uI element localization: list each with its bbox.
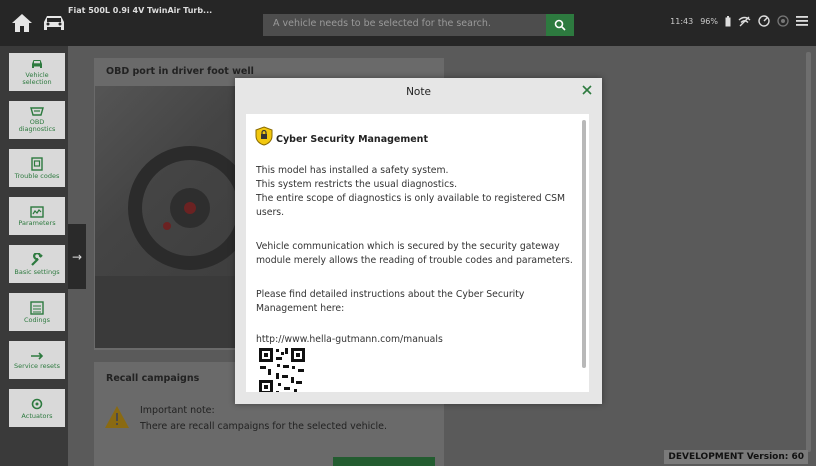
search-icon — [554, 19, 566, 31]
wrench-icon — [31, 252, 43, 266]
sidebar-item-label: Vehicle selection — [22, 71, 52, 86]
recall-details-button[interactable] — [333, 457, 435, 466]
sidebar-item-vehicle-selection[interactable]: Vehicle selection — [9, 53, 65, 91]
sidebar-item-label: Codings — [23, 315, 51, 324]
warning-icon — [105, 406, 129, 428]
top-bar: Fiat 500L 0.9i 4V TwinAir Turb... A vehi… — [0, 0, 816, 46]
battery-level: 96% — [700, 16, 718, 26]
dialog-title: Note — [406, 86, 431, 98]
sidebar-item-label: Service resets — [14, 361, 60, 370]
csm-paragraph-2: Vehicle communication which is secured b… — [256, 241, 573, 266]
sidebar-item-label: Actuators — [21, 411, 53, 420]
battery-icon — [725, 15, 731, 26]
clock: 11:43 — [670, 16, 694, 26]
sidebar-item-trouble-codes[interactable]: Trouble codes — [9, 149, 65, 187]
sidebar-item-obd-diagnostics[interactable]: OBD diagnostics — [9, 101, 65, 139]
sidebar-item-service-resets[interactable]: Service resets — [9, 341, 65, 379]
csm-heading: Cyber Security Management — [255, 126, 428, 146]
sidebar: Vehicle selection OBD diagnostics Troubl… — [0, 46, 68, 466]
codings-icon — [30, 300, 44, 315]
csm-paragraph-1: This model has installed a safety system… — [256, 165, 566, 218]
sidebar-item-label: OBD diagnostics — [18, 118, 56, 133]
gauge-icon[interactable] — [758, 15, 770, 27]
sidebar-item-actuators[interactable]: Actuators — [9, 389, 65, 427]
sidebar-item-codings[interactable]: Codings — [9, 293, 65, 331]
sidebar-expand-arrow-icon[interactable]: → — [68, 224, 86, 289]
recall-campaigns-title: Recall campaigns — [106, 373, 200, 384]
csm-heading-text: Cyber Security Management — [276, 133, 428, 145]
search-button[interactable] — [546, 14, 574, 36]
sidebar-item-label: Basic settings — [14, 267, 60, 276]
home-icon[interactable] — [10, 12, 34, 34]
recall-campaigns-text: There are recall campaigns for the selec… — [140, 421, 387, 432]
note-dialog: Note Cyber Security Management This mode… — [235, 78, 602, 404]
service-reset-icon — [31, 351, 44, 360]
sidebar-item-label: Trouble codes — [14, 171, 60, 180]
parameters-icon — [30, 205, 44, 218]
obd-connector-icon — [30, 107, 44, 116]
security-shield-icon — [255, 126, 273, 146]
development-version-label: DEVELOPMENT Version: 60 — [664, 450, 808, 464]
vehicle-icon[interactable] — [40, 12, 68, 34]
sidebar-item-parameters[interactable]: Parameters — [9, 197, 65, 235]
main-scrollbar[interactable] — [806, 52, 811, 452]
manuals-link[interactable]: http://www.hella-gutmann.com/manuals — [256, 333, 576, 347]
close-icon[interactable] — [580, 83, 594, 97]
csm-paragraph-3: Please find detailed instructions about … — [256, 289, 525, 314]
trouble-codes-icon — [31, 156, 43, 171]
obd-port-title: OBD port in driver foot well — [106, 66, 254, 77]
dialog-scrollbar[interactable] — [582, 120, 586, 368]
car-icon — [32, 60, 42, 68]
search-input[interactable]: A vehicle needs to be selected for the s… — [263, 14, 546, 36]
obd-port-image — [95, 86, 252, 348]
status-area: 11:43 96% — [670, 15, 808, 27]
menu-icon[interactable] — [796, 16, 808, 26]
important-note-label: Important note: — [140, 405, 215, 416]
qr-code-image[interactable] — [258, 347, 306, 392]
dialog-body: Cyber Security Management This model has… — [246, 114, 589, 392]
actuators-icon — [31, 398, 43, 409]
sidebar-item-basic-settings[interactable]: Basic settings — [9, 245, 65, 283]
sidebar-item-label: Parameters — [18, 218, 56, 227]
connection-status-icon[interactable] — [777, 15, 789, 27]
vehicle-title[interactable]: Fiat 500L 0.9i 4V TwinAir Turb... — [68, 6, 212, 15]
wifi-icon[interactable] — [738, 16, 751, 27]
